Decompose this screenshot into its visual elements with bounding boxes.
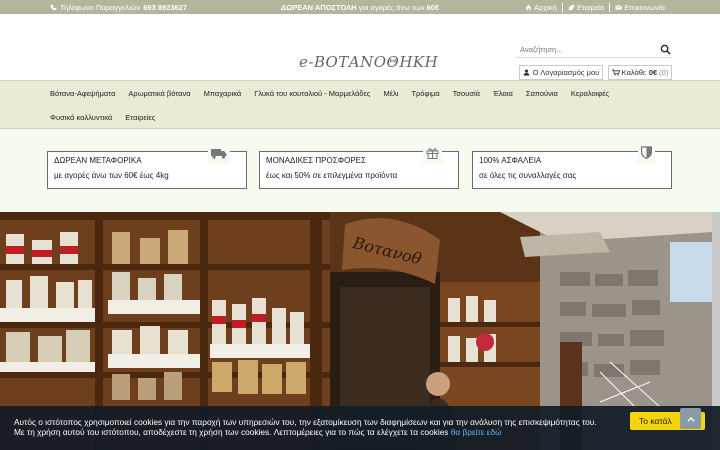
- shipping-amount: 60€: [426, 2, 440, 12]
- nav-item-spices[interactable]: Μπαχαρικά: [204, 81, 242, 105]
- cart-count: (0): [659, 68, 669, 77]
- nav-item-soaps[interactable]: Σαπούνια: [526, 81, 558, 105]
- feature-subtitle: έως και 50% σε επιλεγμένα προϊόντα: [266, 171, 398, 180]
- scroll-to-top-button[interactable]: [680, 408, 701, 429]
- home-icon: [525, 4, 532, 10]
- search-input[interactable]: [515, 44, 658, 54]
- cookie-text: Αυτός ο ιστότοπος χρησιμοποιεί cookies γ…: [14, 417, 597, 437]
- leaf-icon: [568, 4, 575, 10]
- cookie-banner: Αυτός ο ιστότοπος χρησιμοποιεί cookies γ…: [0, 406, 720, 450]
- nav-item-foods[interactable]: Τρόφιμα: [411, 81, 439, 105]
- truck-icon: [208, 146, 230, 164]
- feature-offers: ΜΟΝΑΔΙΚΕΣ ΠΡΟΣΦΟΡΕΣ έως και 50% σε επιλε…: [259, 146, 459, 189]
- chevron-up-icon: [687, 416, 694, 421]
- nav-item-honey[interactable]: Μέλι: [383, 81, 398, 105]
- cookie-details-link[interactable]: θα βρείτε εδώ: [451, 427, 502, 437]
- feature-subtitle: με αγορές άνω των 60€ έως 4kg: [54, 171, 169, 180]
- nav-item-tsipouro[interactable]: Τσουσίά: [453, 81, 480, 105]
- phone-label: Τηλέφωνο Παραγγελιών: [60, 2, 141, 12]
- phone-number[interactable]: 693 8923627: [143, 3, 187, 12]
- phone-icon: [50, 4, 57, 10]
- search-box: [515, 41, 672, 58]
- phone-info: Τηλέφωνο Παραγγελιών 693 8923627: [50, 3, 187, 12]
- nav-item-ointments[interactable]: Κεραλοιφές: [571, 81, 609, 105]
- nav-item-cosmetics[interactable]: Φυσικά καλλυντικά: [50, 105, 112, 129]
- nav-item-spoon-sweets[interactable]: Γλυκά του κουταλιού - Μαρμελάδες: [254, 81, 370, 105]
- features-strip: ΔΩΡΕΑΝ ΜΕΤΑΦΟΡΙΚΑ με αγορές άνω των 60€ …: [0, 129, 720, 212]
- header: e-ΒΟΤΑΝΟΘΗΚΗ Ο Λογαριασμός μου Καλάθι: 0…: [0, 14, 720, 80]
- top-link-contact[interactable]: Επικοινωνία: [609, 2, 670, 12]
- cart-button[interactable]: Καλάθι: 0€ (0): [608, 65, 672, 80]
- top-link-home[interactable]: Αρχική: [520, 3, 562, 12]
- envelope-icon: [615, 4, 623, 10]
- nav-item-herbs-infusions[interactable]: Βότανα-Αφεψήματα: [50, 81, 115, 105]
- top-bar: Τηλέφωνο Παραγγελιών 693 8923627 ΔΩΡΕΑΝ …: [0, 0, 720, 14]
- search-button[interactable]: [658, 42, 672, 56]
- search-icon: [660, 44, 671, 55]
- feature-free-shipping: ΔΩΡΕΑΝ ΜΕΤΑΦΟΡΙΚΑ με αγορές άνω των 60€ …: [47, 146, 247, 189]
- top-links: Αρχική Εταιρεία Επικοινωνία: [520, 2, 670, 12]
- gift-icon: [423, 146, 442, 164]
- shield-icon: [638, 146, 655, 164]
- feature-security: 100% ΑΣΦΑΛΕΙΑ σε όλες τις συναλλαγές σας: [472, 146, 672, 189]
- nav-item-companies[interactable]: Εταιρείες: [125, 105, 155, 129]
- account-button[interactable]: Ο Λογαριασμός μου: [519, 65, 603, 80]
- shipping-text: για αγορές άνω των: [356, 2, 427, 12]
- cart-amount: 0€: [648, 68, 658, 77]
- nav-item-aromatic-herbs[interactable]: Αρωματικά βότανα: [128, 81, 190, 105]
- main-nav: Βότανα-Αφεψήματα Αρωματικά βότανα Μπαχαρ…: [0, 80, 720, 129]
- shipping-bold: ΔΩΡΕΑΝ ΑΠΟΣΤΟΛΗ: [280, 2, 357, 12]
- nav-item-oils[interactable]: Έλαια: [493, 81, 513, 105]
- cart-icon: [611, 69, 620, 76]
- feature-subtitle: σε όλες τις συναλλαγές σας: [479, 171, 577, 180]
- top-link-company[interactable]: Εταιρεία: [561, 2, 609, 12]
- user-icon: [523, 69, 530, 76]
- site-logo[interactable]: e-ΒΟΤΑΝΟΘΗΚΗ: [299, 53, 438, 71]
